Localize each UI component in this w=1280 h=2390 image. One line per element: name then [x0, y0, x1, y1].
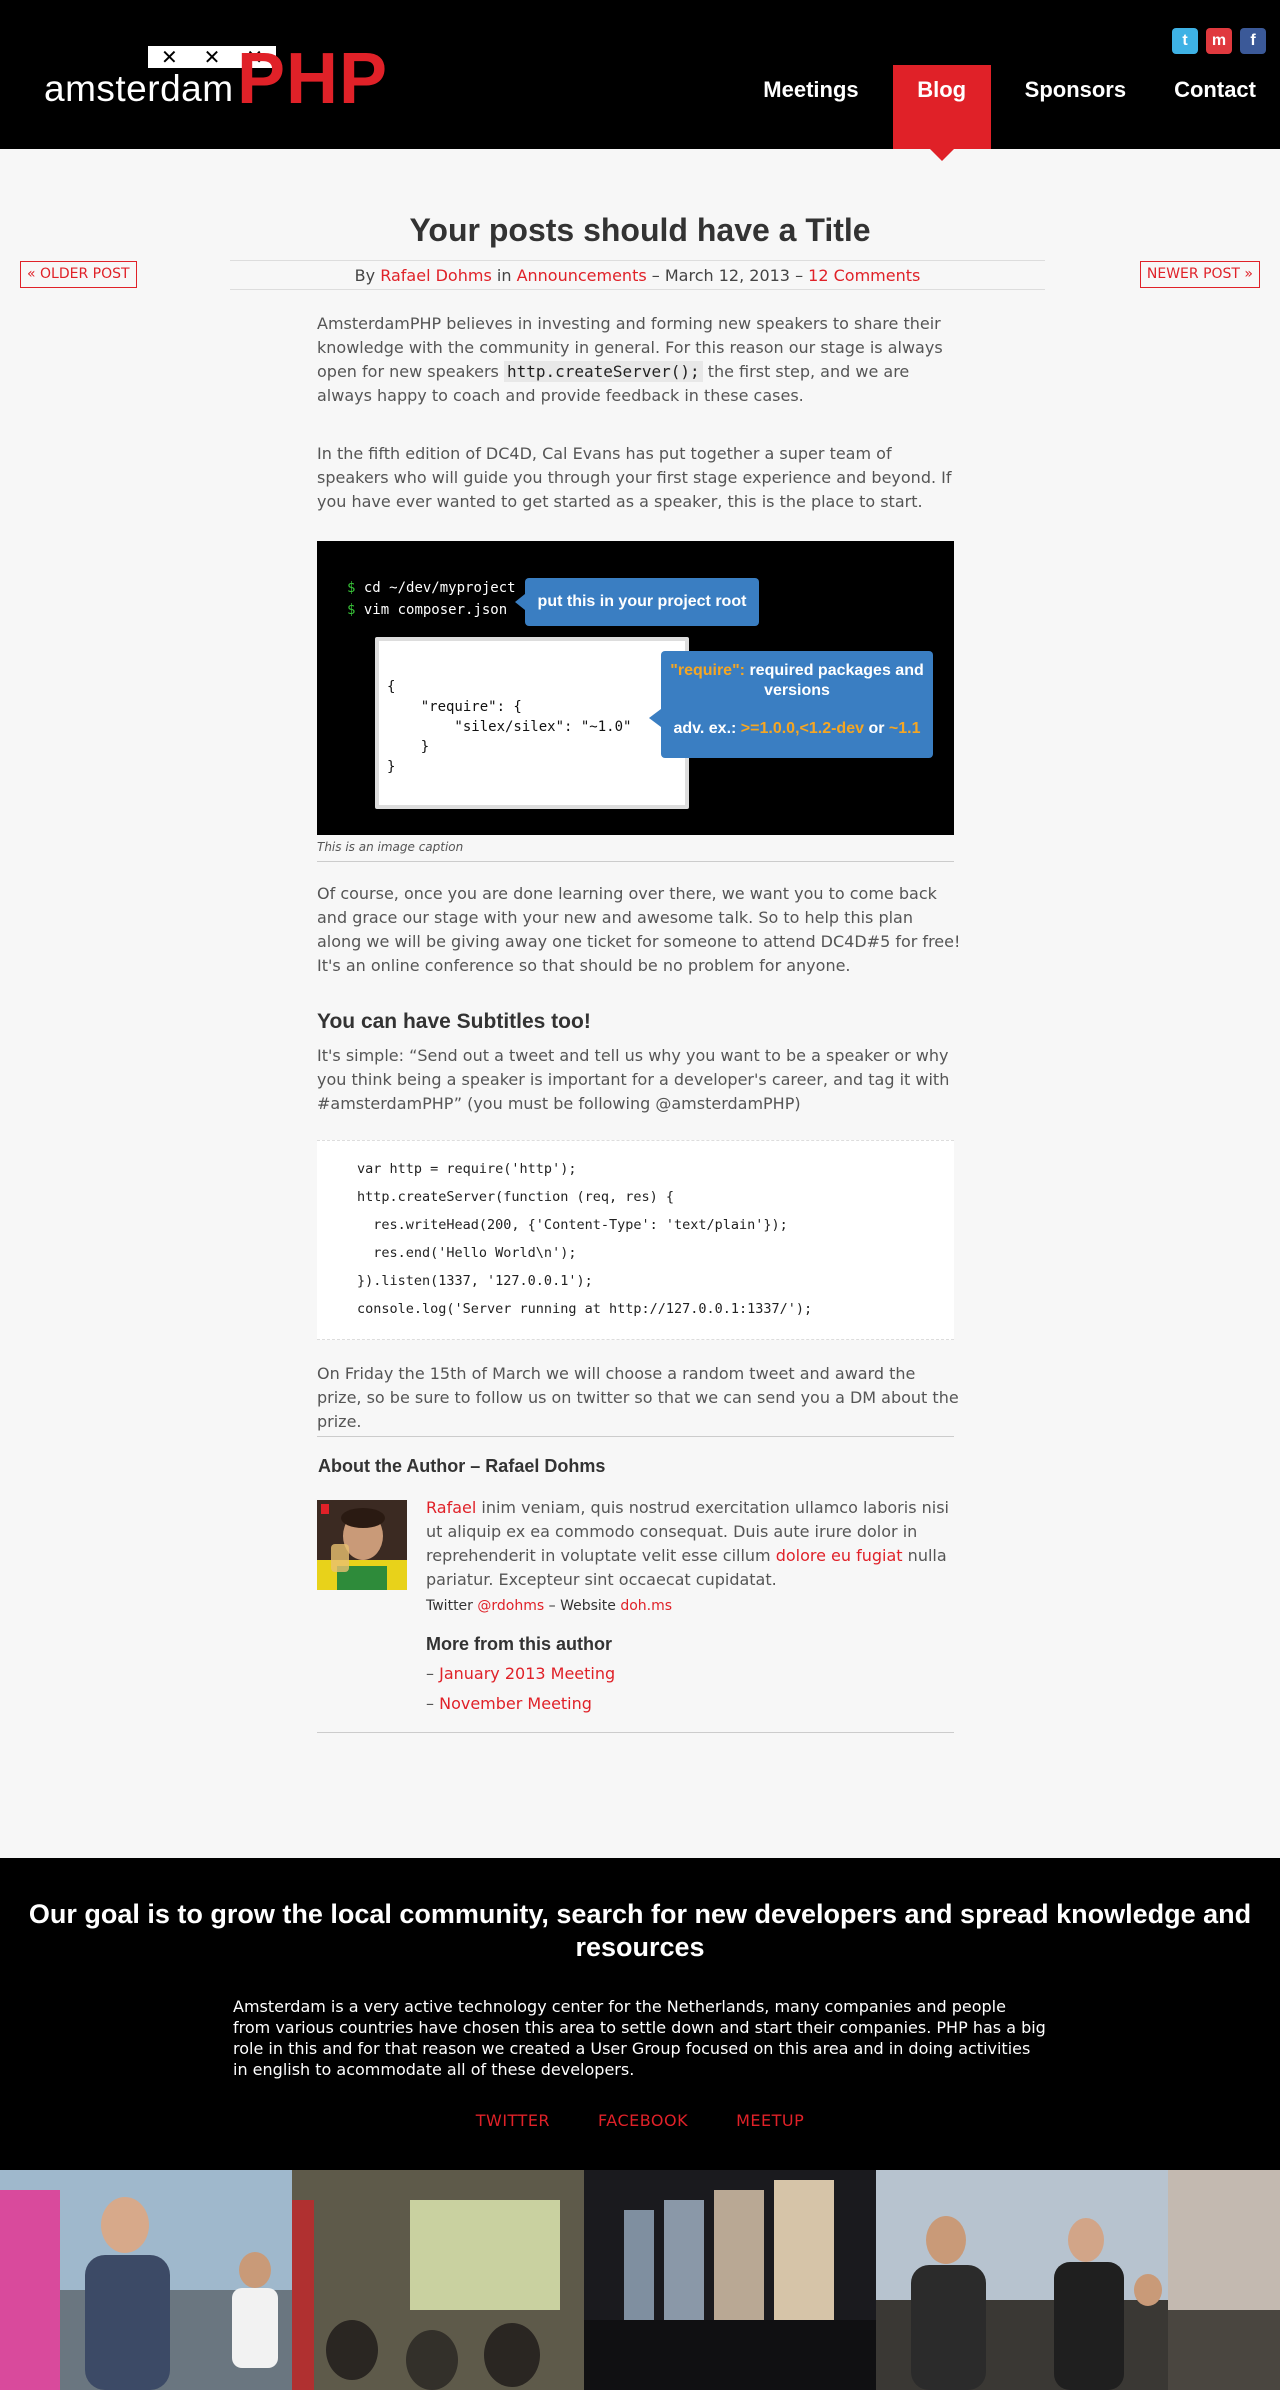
json-line: "require": { [387, 699, 522, 715]
separator: – [548, 1598, 556, 1614]
photo-strip [0, 2170, 1280, 2390]
code-line: res.writeHead(200, {'Content-Type': 'tex… [357, 1217, 788, 1233]
json-line: } [387, 739, 430, 755]
older-post-link[interactable]: « Older Post [20, 261, 137, 288]
prompt: $ [347, 580, 356, 596]
logo-cross: ✕ [203, 45, 221, 69]
logo-cross: ✕ [160, 45, 178, 69]
json-line: } [387, 759, 396, 775]
meta-by: By [354, 266, 376, 285]
twitter-label: Twitter [426, 1598, 473, 1614]
callout-require: "require": required packages and version… [649, 651, 933, 758]
terminal-text: $ cd ~/dev/myproject $ vim composer.json [347, 577, 516, 621]
author-links: Twitter @rdohms – Website doh.ms [426, 1598, 672, 1614]
nav-sponsors[interactable]: Sponsors [1001, 65, 1150, 149]
photo-image [584, 2170, 876, 2390]
paragraph-prize: On Friday the 15th of March we will choo… [317, 1364, 959, 1431]
code-line: http.createServer(function (req, res) { [357, 1189, 674, 1205]
social-icons: t m f [1172, 28, 1266, 54]
comments-link[interactable]: 12 Comments [808, 266, 920, 285]
footer-text: Amsterdam is a very active technology ce… [233, 1997, 1046, 2079]
photo-image [1168, 2170, 1280, 2390]
json-box: { "require": { "silex/silex": "~1.0" } } [375, 637, 689, 809]
more-item: – January 2013 Meeting [426, 1664, 615, 1683]
meetup-icon[interactable]: m [1206, 28, 1232, 54]
more-from-author-heading: More from this author [426, 1634, 613, 1654]
twitter-icon[interactable]: t [1172, 28, 1198, 54]
photo-image [0, 2170, 292, 2390]
author-twitter-link[interactable]: @rdohms [477, 1598, 544, 1614]
nav-meetings[interactable]: Meetings [739, 65, 882, 149]
author-name-link[interactable]: Rafael [426, 1498, 476, 1517]
callout-adv: adv. ex.: [673, 720, 737, 737]
code-line: }).listen(1337, '127.0.0.1'); [357, 1273, 593, 1289]
logo-text-php: PHP [237, 39, 389, 119]
site-footer: Our goal is to grow the local community,… [0, 1858, 1280, 2170]
bio-link[interactable]: dolore eu fugiat [776, 1546, 903, 1565]
code-line: console.log('Server running at http://12… [357, 1301, 813, 1317]
facebook-icon[interactable]: f [1240, 28, 1266, 54]
callout-key: "require": [670, 662, 745, 679]
divider [317, 1732, 954, 1733]
main-nav: Meetings Blog Sponsors Contact [739, 65, 1280, 161]
author-bio: Rafael inim veniam, quis nostrud exercit… [426, 1496, 956, 1592]
code-line: res.end('Hello World\n'); [357, 1245, 577, 1261]
about-author-heading: About the Author – Rafael Dohms [318, 1456, 606, 1476]
meta-in: in [496, 266, 512, 285]
photo-meetup-4 [876, 2170, 1168, 2390]
author-link[interactable]: Rafael Dohms [380, 266, 492, 285]
figure-caption: This is an image caption [317, 840, 954, 862]
paragraph-intro: AmsterdamPHP believes in investing and f… [317, 312, 962, 408]
callout-text: required packages and versions [749, 662, 924, 699]
footer-twitter-link[interactable]: Twitter [476, 2111, 550, 2130]
callout-example: ~1.1 [888, 720, 921, 737]
post-date: – March 12, 2013 – [651, 266, 804, 285]
post-figure: $ cd ~/dev/myproject $ vim composer.json… [317, 541, 954, 835]
callout-example: >=1.0.0,<1.2-dev [740, 720, 864, 737]
website-label: Website [560, 1598, 616, 1614]
more-link-november[interactable]: November Meeting [439, 1694, 592, 1713]
footer-facebook-link[interactable]: Facebook [598, 2111, 688, 2130]
author-avatar[interactable] [317, 1500, 407, 1590]
callout-project-root: put this in your project root [515, 578, 759, 626]
code-block: var http = require('http'); http.createSe… [317, 1140, 954, 1340]
photo-meetup-5 [1168, 2170, 1280, 2390]
paragraph-tweet: It's simple: “Send out a tweet and tell … [317, 1046, 950, 1113]
site-header: ✕ ✕ ✕ amsterdam PHP t m f Meetings Blog … [0, 0, 1280, 161]
terminal-line: cd ~/dev/myproject [363, 580, 516, 596]
photo-meetup-3 [584, 2170, 876, 2390]
json-line: "silex/silex": "~1.0" [387, 719, 632, 735]
divider [317, 1436, 954, 1437]
paragraph-come-back: Of course, once you are done learning ov… [317, 884, 961, 975]
category-link[interactable]: Announcements [517, 266, 647, 285]
code-line: var http = require('http'); [357, 1161, 577, 1177]
footer-links: Twitter Facebook Meetup [0, 2111, 1280, 2130]
post-title: Your posts should have a Title [409, 212, 871, 248]
post-meta: By Rafael Dohms in Announcements – March… [230, 260, 1045, 290]
photo-meetup-2 [292, 2170, 584, 2390]
author-website-link[interactable]: doh.ms [620, 1598, 672, 1614]
photo-image [876, 2170, 1168, 2390]
nav-contact[interactable]: Contact [1150, 65, 1280, 149]
site-logo[interactable]: ✕ ✕ ✕ amsterdam PHP [44, 39, 404, 119]
callout-or: or [868, 720, 885, 737]
post-subtitle: You can have Subtitles too! [317, 1010, 591, 1033]
inline-code: http.createServer(); [503, 361, 703, 382]
dash: – [426, 1694, 434, 1713]
paragraph-dc4d: In the fifth edition of DC4D, Cal Evans … [317, 444, 952, 511]
logo-text-amsterdam: amsterdam [44, 68, 234, 109]
prompt: $ [347, 602, 356, 618]
terminal-line: vim composer.json [363, 602, 508, 618]
more-item: – November Meeting [426, 1694, 592, 1713]
avatar-photo [317, 1500, 407, 1590]
footer-meetup-link[interactable]: Meetup [736, 2111, 804, 2130]
nav-blog[interactable]: Blog [892, 65, 991, 161]
dash: – [426, 1664, 434, 1683]
more-link-jan-2013[interactable]: January 2013 Meeting [439, 1664, 615, 1683]
json-line: { [387, 679, 396, 695]
newer-post-link[interactable]: Newer Post » [1139, 261, 1260, 288]
photo-image [292, 2170, 584, 2390]
footer-heading: Our goal is to grow the local community,… [28, 1899, 1252, 1962]
photo-meetup-1 [0, 2170, 292, 2390]
